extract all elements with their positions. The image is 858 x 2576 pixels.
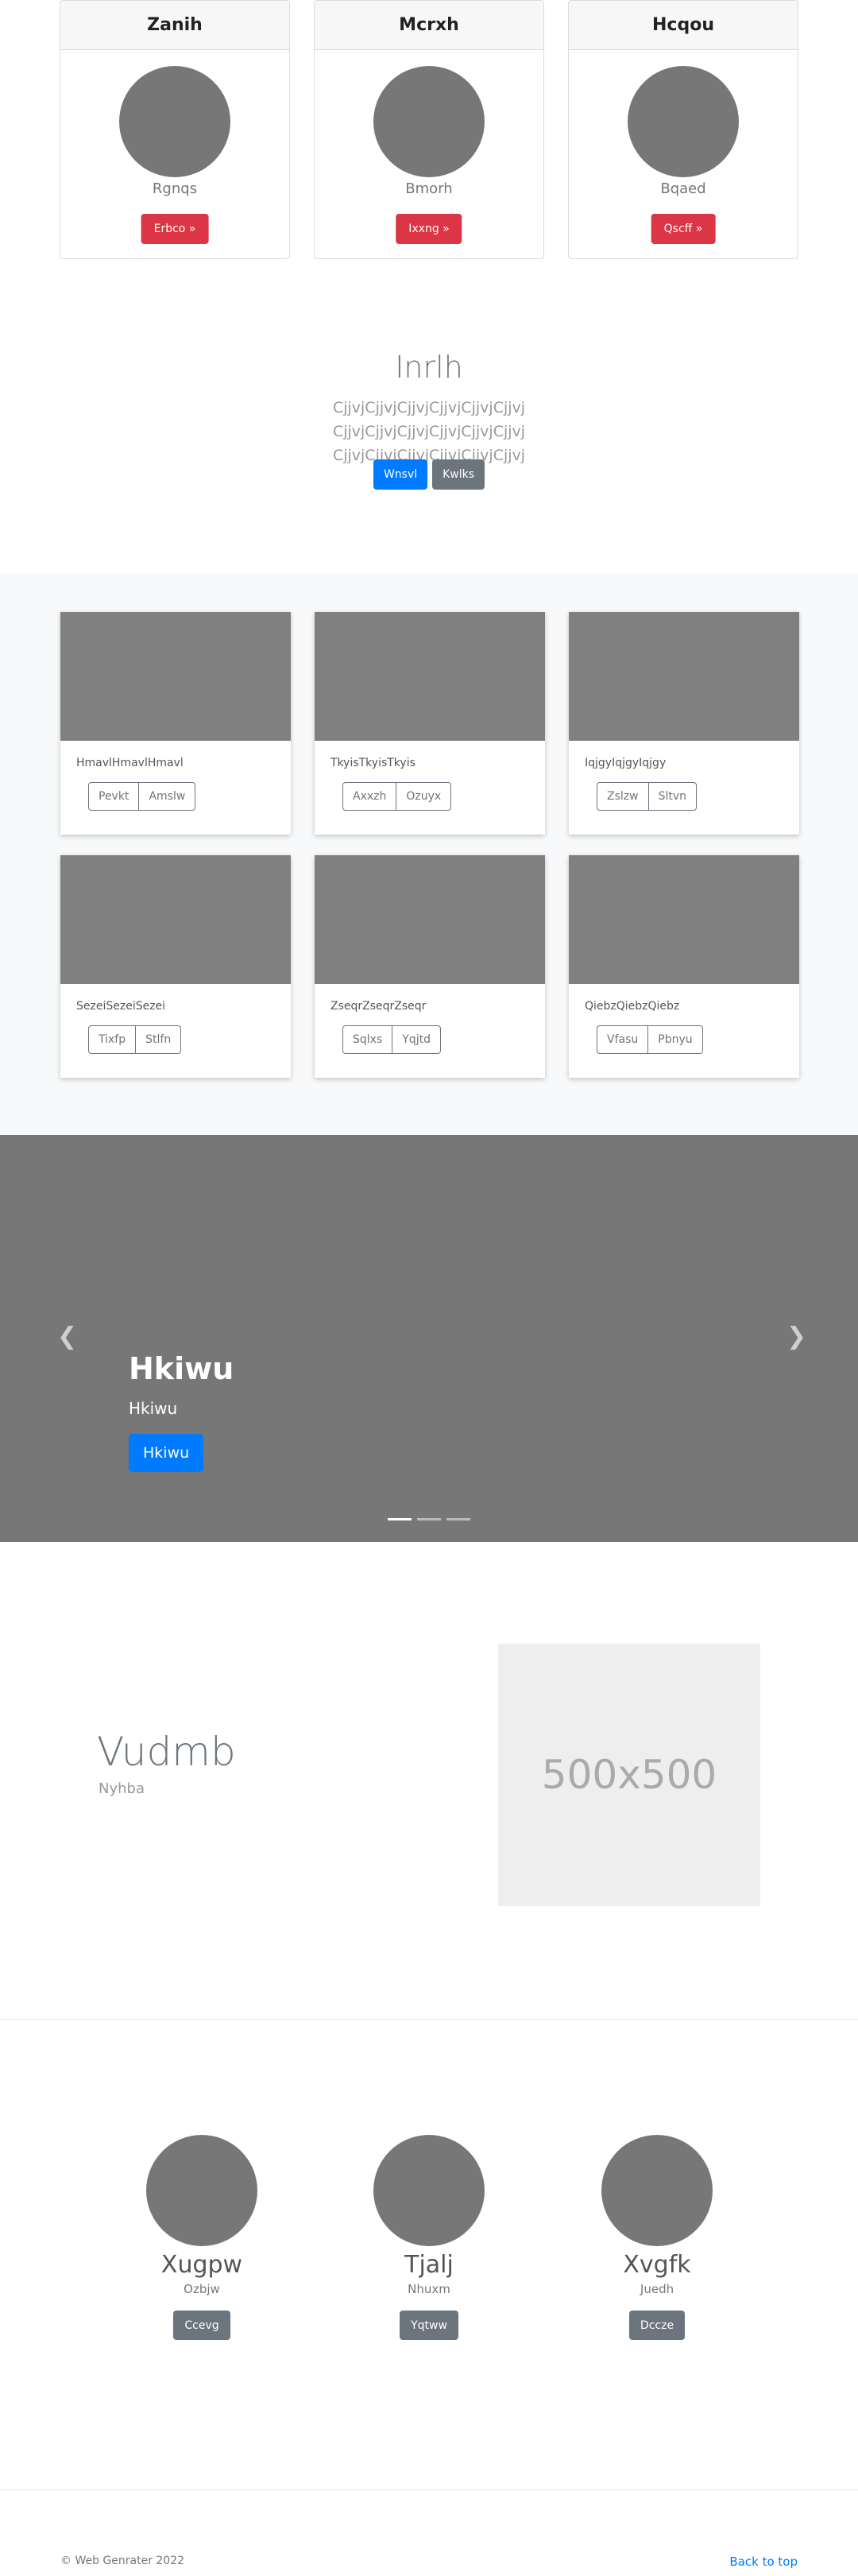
avatar (146, 2135, 257, 2246)
card-button[interactable]: Sltvn (648, 782, 698, 811)
avatar (119, 66, 230, 177)
footer-copyright: © Web Genrater 2022 (60, 2555, 185, 2567)
album-card: TkyisTkyisTkyis Axxzh Ozuyx (315, 612, 545, 835)
card-image (569, 612, 799, 741)
avatar (601, 2135, 713, 2246)
featurette: Vudmb Nyhba 500x500 (0, 1542, 858, 2019)
card-image (60, 612, 291, 741)
card-button-group: Tixfp Stlfn (88, 1025, 182, 1054)
card-image (315, 855, 545, 984)
marketing-item-name: Xugpw (160, 2251, 243, 2279)
card-button[interactable]: Axxzh (342, 782, 397, 811)
avatar (628, 66, 739, 177)
card-button-group: Axxzh Ozuyx (342, 782, 452, 811)
card-image (569, 855, 799, 984)
marketing-item: Xvgfk Juedh Dccze (578, 2135, 736, 2340)
card-button[interactable]: Yqjtd (392, 1025, 441, 1054)
avatar (373, 2135, 485, 2246)
card-text: HmavlHmavlHmavl (76, 757, 184, 769)
carousel-caption-title: Hkiwu (129, 1351, 234, 1386)
album-card: IqjgyIqjgyIqjgy Zslzw Sltvn (569, 612, 799, 835)
pricing-card-subtitle: Bmorh (405, 180, 453, 197)
card-button-group: Pevkt Amslw (88, 782, 196, 811)
pricing-card: Mcrxh Bmorh Ixxng » (314, 0, 544, 259)
chevron-right-icon[interactable]: ❯ (786, 1323, 806, 1350)
card-button[interactable]: Vfasu (597, 1025, 649, 1054)
album-section: HmavlHmavlHmavl Pevkt Amslw TkyisTkyisTk… (0, 574, 858, 1135)
marketing-item-button[interactable]: Dccze (628, 2311, 686, 2340)
card-button[interactable]: Ozuyx (396, 782, 452, 811)
featurette-heading: Vudmb (97, 1729, 236, 1775)
card-text: ZseqrZseqrZseqr (330, 1000, 427, 1013)
card-text: TkyisTkyisTkyis (330, 757, 415, 769)
marketing-item-name: Tjalj (404, 2251, 454, 2279)
chevron-left-icon[interactable]: ❮ (57, 1323, 77, 1350)
secondary-button[interactable]: Kwlks (432, 459, 485, 490)
footer: © Web Genrater 2022 Back to top (0, 2489, 858, 2576)
card-image (60, 855, 291, 984)
album-card: ZseqrZseqrZseqr Sqlxs Yqjtd (315, 855, 545, 1078)
album-card: SezeiSezeiSezei Tixfp Stlfn (60, 855, 291, 1078)
featurette-text: Nyhba (99, 1780, 145, 1797)
card-button-group: Vfasu Pbnyu (597, 1025, 703, 1054)
marketing-item-button[interactable]: Yqtww (400, 2311, 458, 2340)
pricing-card-subtitle: Bqaed (660, 180, 706, 197)
carousel-indicator[interactable] (446, 1518, 470, 1520)
card-button[interactable]: Pevkt (88, 782, 140, 811)
card-text: SezeiSezeiSezei (76, 1000, 166, 1013)
jumbotron-lead: CjjvjCjjvjCjjvjCjjvjCjjvjCjjvj CjjvjCjjv… (332, 399, 526, 464)
pricing-card-button[interactable]: Ixxng » (396, 214, 462, 244)
back-to-top-link[interactable]: Back to top (729, 2555, 798, 2569)
card-text: QiebzQiebzQiebz (585, 1000, 680, 1013)
pricing-card-header: Mcrxh (315, 1, 543, 50)
pricing-card-button[interactable]: Erbco » (141, 214, 209, 244)
card-button-group: Zslzw Sltvn (597, 782, 698, 811)
marketing-item-subtitle: Ozbjw (184, 2282, 220, 2296)
marketing-item: Tjalj Nhuxm Yqtww (350, 2135, 508, 2340)
pricing-card: Zanih Rgnqs Erbco » (60, 0, 290, 259)
card-button-group: Sqlxs Yqjtd (342, 1025, 441, 1054)
marketing-item-subtitle: Juedh (640, 2282, 674, 2296)
pricing-card: Hcqou Bqaed Qscff » (568, 0, 798, 259)
carousel: ❮ ❯ Hkiwu Hkiwu Hkiwu (0, 1135, 858, 1542)
card-text: IqjgyIqjgyIqjgy (585, 757, 667, 769)
jumbotron-title: Inrlh (395, 350, 463, 385)
carousel-caption-text: Hkiwu (129, 1399, 178, 1418)
placeholder-image: 500x500 (498, 1644, 760, 1906)
card-button[interactable]: Pbnyu (648, 1025, 703, 1054)
carousel-indicator[interactable] (417, 1518, 441, 1520)
album-card: HmavlHmavlHmavl Pevkt Amslw (60, 612, 291, 835)
marketing-item-name: Xvgfk (623, 2251, 691, 2279)
marketing-item: Xugpw Ozbjw Ccevg (122, 2135, 281, 2340)
pricing-card-button[interactable]: Qscff » (651, 214, 716, 244)
marketing-item-subtitle: Nhuxm (408, 2282, 450, 2296)
carousel-indicator[interactable] (388, 1518, 412, 1520)
primary-button[interactable]: Wnsvl (373, 459, 428, 490)
card-button[interactable]: Zslzw (597, 782, 649, 811)
pricing-card-subtitle: Rgnqs (152, 180, 198, 197)
pricing-section: Zanih Rgnqs Erbco » Mcrxh Bmorh Ixxng » … (0, 0, 858, 286)
album-card: QiebzQiebzQiebz Vfasu Pbnyu (569, 855, 799, 1078)
marketing-item-button[interactable]: Ccevg (173, 2311, 230, 2340)
card-image (315, 612, 545, 741)
card-button[interactable]: Stlfn (136, 1025, 182, 1054)
card-button[interactable]: Amslw (139, 782, 196, 811)
jumbotron-buttons: Wnsvl Kwlks (0, 459, 858, 490)
marketing-section: Xugpw Ozbjw Ccevg Tjalj Nhuxm Yqtww Xvgf… (0, 2019, 858, 2489)
pricing-card-header: Zanih (60, 1, 289, 50)
card-button[interactable]: Sqlxs (342, 1025, 393, 1054)
carousel-caption-button[interactable]: Hkiwu (129, 1434, 204, 1472)
avatar (373, 66, 485, 177)
card-button[interactable]: Tixfp (88, 1025, 137, 1054)
pricing-card-header: Hcqou (569, 1, 798, 50)
